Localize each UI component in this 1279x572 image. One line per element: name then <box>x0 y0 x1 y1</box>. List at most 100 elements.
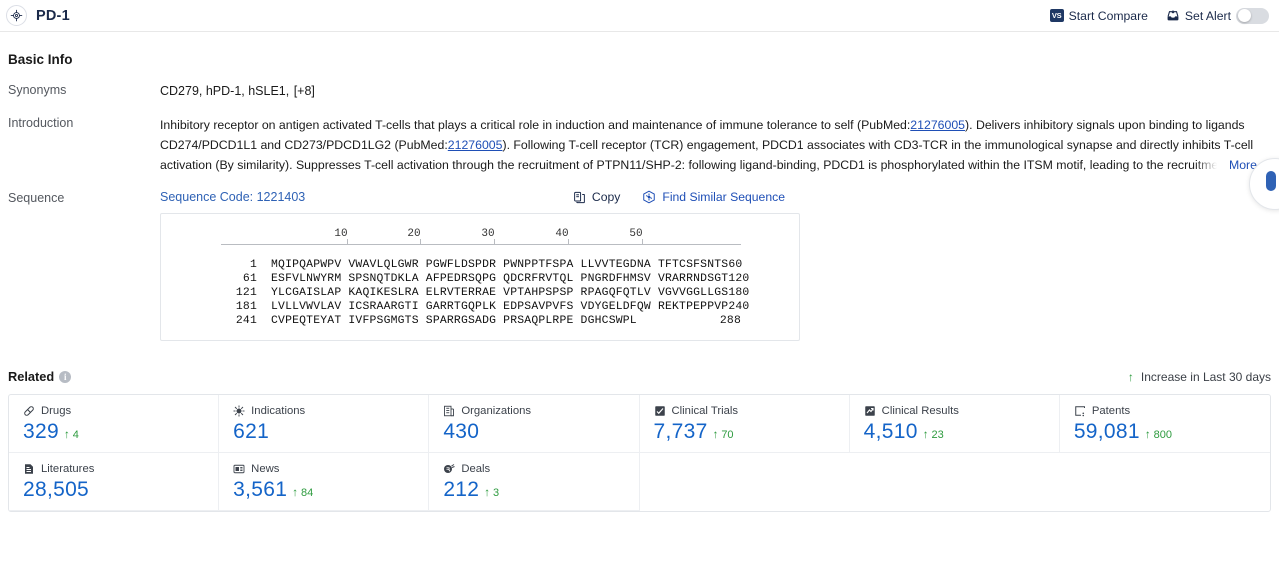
sequence-start-index: 181 <box>235 301 257 313</box>
card-value: 430 <box>443 420 480 443</box>
ruler-tick <box>642 239 643 245</box>
card-delta: ↑ 800 <box>1145 429 1172 441</box>
ruler-tick-label: 40 <box>555 228 569 240</box>
card-label: Drugs <box>41 405 72 417</box>
card-delta-value: 4 <box>72 429 79 441</box>
related-card-clinical-trials[interactable]: Clinical Trials 7,737 ↑ 70 <box>639 395 850 453</box>
sequence-residues: MQIPQAPWPV VWAVLQLGWR PGWFLDSPDR PWNPPTF… <box>271 259 729 271</box>
set-alert-button[interactable]: Set Alert <box>1166 7 1269 24</box>
card-delta-value: 70 <box>721 429 734 441</box>
card-value-row: 621 <box>233 420 428 444</box>
card-delta: ↑ 3 <box>484 487 499 499</box>
increase-legend: ↑ Increase in Last 30 days <box>1128 370 1271 384</box>
card-header: Drugs <box>23 405 218 417</box>
card-label: News <box>251 463 280 475</box>
synonyms-row: Synonyms CD279, hPD-1, hSLE1, [+8] <box>8 82 1271 100</box>
related-card-literatures[interactable]: Literatures 28,505 <box>9 453 220 511</box>
card-label: Clinical Trials <box>671 405 739 417</box>
introduction-label: Introduction <box>8 116 74 130</box>
sequence-box: 10 20 30 40 50 1 MQIPQAPWPV VWAVLQLGWR P… <box>160 213 800 341</box>
sequence-line: 61 ESFVLNWYRM SPSNQTDKLA AFPEDRSQPG QDCR… <box>161 272 799 286</box>
ruler-tick <box>494 239 495 245</box>
increase-legend-label: Increase in Last 30 days <box>1140 369 1271 384</box>
sequence-label: Sequence <box>8 191 65 205</box>
ruler-tick-label: 50 <box>629 228 643 240</box>
patent-icon <box>1074 405 1086 417</box>
related-card-deals[interactable]: Deals 212 ↑ 3 <box>429 453 640 511</box>
card-delta: ↑ 70 <box>713 429 734 441</box>
sequence-residues: CVPEQTEYAT IVFPSGMGTS SPARRGSADG PRSAQPL… <box>271 315 637 327</box>
arrow-up-icon: ↑ <box>63 429 70 441</box>
card-delta-value: 84 <box>300 487 314 499</box>
card-value-row: 212 ↑ 3 <box>443 478 638 502</box>
sequence-start-index: 241 <box>235 315 257 327</box>
ruler-tick <box>347 239 348 245</box>
ruler-tick-label: 10 <box>334 228 348 240</box>
card-label: Literatures <box>41 463 95 475</box>
similar-sequence-icon <box>642 190 656 204</box>
copy-button[interactable]: Copy <box>573 190 620 204</box>
sequence-line: 121 YLCGAISLAP KAQIKESLRA ELRVTERRAE VPT… <box>161 286 799 300</box>
sequence-end-index: 288 <box>719 315 741 327</box>
related-card-patents[interactable]: Patents 59,081 ↑ 800 <box>1059 395 1270 453</box>
basic-info-heading: Basic Info <box>8 52 73 67</box>
sequence-start-index: 61 <box>242 273 257 285</box>
arrow-up-icon: ↑ <box>1144 429 1151 441</box>
sequence-ruler-numbers: 10 20 30 40 50 <box>161 228 799 242</box>
pubmed-link-1[interactable]: 21276005 <box>910 118 965 132</box>
clinical-trial-icon <box>654 405 666 417</box>
pubmed-link-2[interactable]: 21276005 <box>448 138 503 152</box>
arrow-up-icon: ↑ <box>292 487 298 499</box>
card-value: 3,561 <box>233 478 288 501</box>
related-card-news[interactable]: News 3,561 ↑ 84 <box>219 453 430 511</box>
alert-bell-inbox-icon <box>1166 9 1180 22</box>
card-label: Organizations <box>461 405 532 417</box>
sequence-residues: YLCGAISLAP KAQIKESLRA ELRVTERRAE VPTAHPS… <box>271 287 729 299</box>
card-header: Indications <box>233 405 428 417</box>
card-header: Clinical Results <box>864 405 1059 417</box>
card-value: 4,510 <box>863 420 918 443</box>
card-value-row: 59,081 ↑ 800 <box>1074 420 1270 444</box>
sequence-start-index: 121 <box>235 287 257 299</box>
card-header: Literatures <box>23 463 218 475</box>
related-header: Related i ↑ Increase in Last 30 days <box>8 369 1271 384</box>
related-cards-grid: Drugs 329 ↑ 4 Indications 621 Organizati… <box>8 394 1271 512</box>
related-card-drugs[interactable]: Drugs 329 ↑ 4 <box>9 395 220 453</box>
arrow-up-icon: ↑ <box>712 429 719 441</box>
sequence-row: Sequence Sequence Code: 1221403 Copy Fin… <box>8 190 1271 341</box>
literature-icon <box>23 463 35 475</box>
card-value-row: 329 ↑ 4 <box>23 420 218 444</box>
related-card-clinical-results[interactable]: Clinical Results 4,510 ↑ 23 <box>849 395 1060 453</box>
find-similar-sequence-button[interactable]: Find Similar Sequence <box>642 190 785 204</box>
card-value: 28,505 <box>23 478 90 501</box>
set-alert-label: Set Alert <box>1184 8 1231 23</box>
sequence-code[interactable]: Sequence Code: 1221403 <box>160 190 305 204</box>
start-compare-label: Start Compare <box>1068 8 1148 23</box>
ruler-tick-label: 30 <box>481 228 495 240</box>
card-value: 329 <box>23 420 59 443</box>
page-title: PD-1 <box>36 7 70 24</box>
info-icon[interactable]: i <box>59 370 72 383</box>
sequence-line: 1 MQIPQAPWPV VWAVLQLGWR PGWFLDSPDR PWNPP… <box>161 258 799 272</box>
synonyms-more-link[interactable]: [+8] <box>294 84 315 98</box>
card-value-row: 28,505 <box>23 478 218 502</box>
sequence-end-index: 240 <box>728 301 750 313</box>
sequence-end-index: 60 <box>728 259 743 271</box>
target-crosshair-icon <box>6 5 27 26</box>
sequence-header: Sequence Code: 1221403 Copy Find Similar… <box>160 190 1271 204</box>
card-value: 212 <box>443 478 480 501</box>
introduction-text: Inhibitory receptor on antigen activated… <box>160 115 1271 175</box>
set-alert-toggle[interactable] <box>1236 7 1269 24</box>
related-title: Related <box>8 369 55 384</box>
card-header: Patents <box>1074 405 1270 417</box>
start-compare-button[interactable]: VS Start Compare <box>1049 8 1148 23</box>
card-value-row: 430 <box>443 420 638 444</box>
card-header: Deals <box>443 463 638 475</box>
synonyms-label: Synonyms <box>8 83 67 97</box>
related-card-indications[interactable]: Indications 621 <box>219 395 430 453</box>
card-header: Clinical Trials <box>654 405 849 417</box>
card-label: Clinical Results <box>881 405 959 417</box>
related-card-organizations[interactable]: Organizations 430 <box>429 395 640 453</box>
ruler-tick-label: 20 <box>407 228 421 240</box>
virus-icon <box>233 405 245 417</box>
